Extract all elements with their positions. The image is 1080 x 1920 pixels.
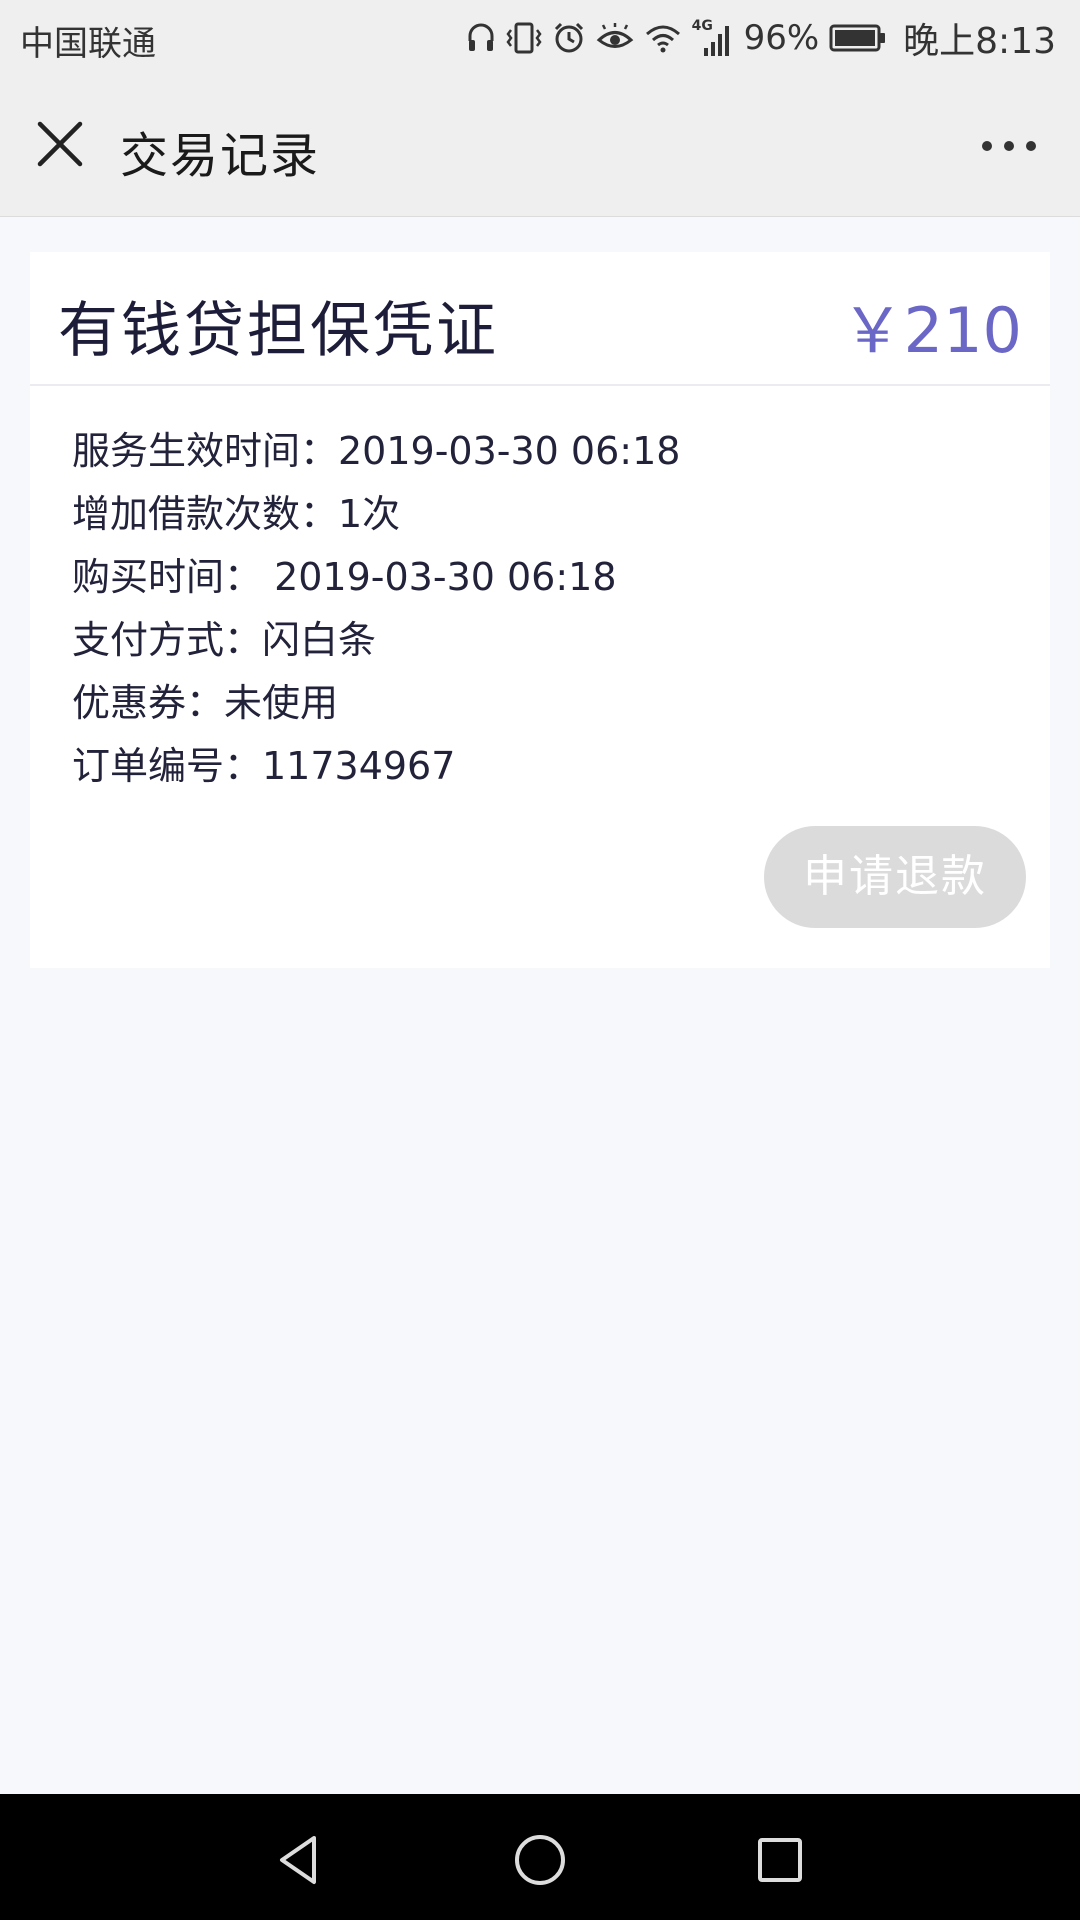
navigation-bar	[0, 1794, 1080, 1920]
status-bar: 中国联通 4G 96% 晚上8:13	[0, 0, 1080, 76]
detail-order-number: 订单编号：11734967	[72, 744, 456, 788]
carrier-name: 中国联通	[20, 24, 156, 64]
home-button[interactable]	[510, 1830, 570, 1890]
clock: 晚上8:13	[903, 21, 1056, 62]
battery-icon	[829, 23, 887, 53]
more-button[interactable]	[974, 126, 1044, 166]
transaction-card: 有钱贷担保凭证 ￥210 服务生效时间：2019-03-30 06:18 增加借…	[30, 252, 1050, 968]
vibrate-icon	[506, 21, 542, 55]
headset-icon	[466, 21, 496, 55]
signal-icon: 4G	[692, 18, 734, 58]
page-title: 交易记录	[120, 128, 321, 184]
recents-icon	[758, 1838, 802, 1882]
wifi-icon	[644, 23, 682, 53]
battery-percentage: 96%	[743, 18, 820, 58]
product-name: 有钱贷担保凭证	[58, 296, 499, 366]
status-icons: 4G 96% 晚上8:13	[466, 12, 1056, 64]
detail-list: 服务生效时间：2019-03-30 06:18 增加借款次数：1次 购买时间： …	[72, 420, 680, 798]
price: ￥210	[841, 294, 1022, 367]
detail-coupon: 优惠券：未使用	[72, 681, 339, 725]
detail-effective-time: 服务生效时间：2019-03-30 06:18	[72, 429, 681, 473]
title-bar: 交易记录	[0, 76, 1080, 217]
detail-extra-loans: 增加借款次数：1次	[72, 492, 401, 536]
eye-icon	[596, 21, 634, 55]
detail-payment-method: 支付方式：闪白条	[72, 618, 377, 662]
more-icon	[982, 141, 1036, 151]
refund-button[interactable]: 申请退款	[764, 826, 1026, 928]
back-icon	[280, 1836, 316, 1884]
alarm-icon	[552, 21, 586, 55]
close-icon	[37, 121, 83, 167]
recents-button[interactable]	[750, 1830, 810, 1890]
back-button[interactable]	[270, 1830, 330, 1890]
detail-purchase-time: 购买时间： 2019-03-30 06:18	[72, 555, 617, 599]
screen: 中国联通 4G 96% 晚上8:13 交易记录 有钱贷担保凭证 ￥210 服务生…	[0, 0, 1080, 1920]
card-header: 有钱贷担保凭证 ￥210	[30, 252, 1050, 386]
home-icon	[515, 1835, 565, 1885]
close-button[interactable]	[30, 114, 90, 174]
